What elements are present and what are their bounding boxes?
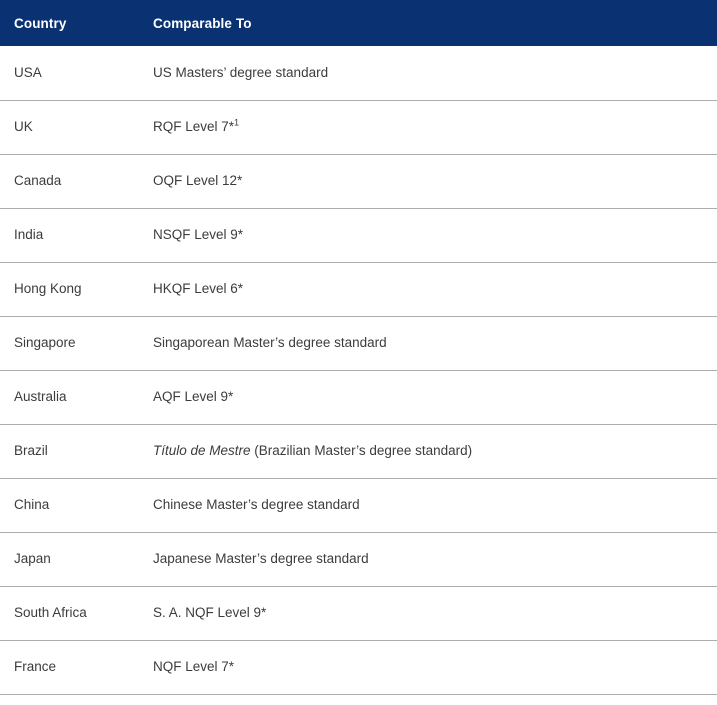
comparable-to-value: S. A. NQF Level 9*	[153, 604, 717, 622]
table-row: India NSQF Level 9*	[0, 208, 717, 262]
column-header-country: Country	[14, 15, 67, 31]
cell-country: Singapore	[0, 316, 153, 370]
cell-country: UK	[0, 100, 153, 154]
column-header-comparable-to: Comparable To	[153, 15, 252, 31]
country-label: UK	[14, 118, 33, 134]
cell-comparable-to: S. A. NQF Level 9*	[153, 586, 717, 640]
comparable-to-text: NSQF Level 9*	[153, 226, 244, 242]
cell-country: France	[0, 640, 153, 694]
comparable-to-text: HKQF Level 6*	[153, 280, 244, 296]
comparable-to-text: RQF Level 7*	[153, 118, 235, 134]
comparable-to-text: Japanese Master’s degree standard	[153, 550, 369, 566]
comparable-to-value: Japanese Master’s degree standard	[153, 550, 717, 568]
comparable-to-text: US Masters’ degree standard	[153, 64, 329, 80]
country-label: Singapore	[14, 334, 76, 350]
cell-country: Brazil	[0, 424, 153, 478]
comparable-to-value: Título de Mestre (Brazilian Master’s deg…	[153, 442, 717, 460]
country-label: Canada	[14, 172, 62, 188]
cell-comparable-to: AQF Level 9*	[153, 370, 717, 424]
comparable-to-value: RQF Level 7*1	[153, 118, 717, 136]
table-row: UK RQF Level 7*1	[0, 100, 717, 154]
table-row: Canada OQF Level 12*	[0, 154, 717, 208]
cell-comparable-to: Chinese Master’s degree standard	[153, 478, 717, 532]
comparable-to-value: HKQF Level 6*	[153, 280, 717, 298]
table-row: South Africa S. A. NQF Level 9*	[0, 586, 717, 640]
cell-country: Hong Kong	[0, 262, 153, 316]
comparable-to-value: US Masters’ degree standard	[153, 64, 717, 82]
country-label: China	[14, 496, 50, 512]
comparable-to-text: AQF Level 9*	[153, 388, 234, 404]
comparable-to-text: OQF Level 12*	[153, 172, 243, 188]
cell-comparable-to: Japanese Master’s degree standard	[153, 532, 717, 586]
country-label: France	[14, 658, 57, 674]
footnote-marker: 1	[234, 117, 240, 128]
comparable-to-text: Singaporean Master’s degree standard	[153, 334, 387, 350]
cell-country: Canada	[0, 154, 153, 208]
country-label: Japan	[14, 550, 51, 566]
table-header: Country Comparable To	[0, 0, 717, 46]
cell-comparable-to: RQF Level 7*1	[153, 100, 717, 154]
cell-comparable-to: NSQF Level 9*	[153, 208, 717, 262]
comparable-to-value: AQF Level 9*	[153, 388, 717, 406]
cell-country: Japan	[0, 532, 153, 586]
cell-country: China	[0, 478, 153, 532]
cell-comparable-to: OQF Level 12*	[153, 154, 717, 208]
country-label: USA	[14, 64, 42, 80]
table-header-row: Country Comparable To	[0, 0, 717, 46]
table-row: Hong Kong HKQF Level 6*	[0, 262, 717, 316]
country-label: India	[14, 226, 44, 242]
cell-country: India	[0, 208, 153, 262]
comparable-to-text: NQF Level 7*	[153, 658, 235, 674]
comparable-to-value: NQF Level 7*	[153, 658, 717, 676]
comparable-to-italic-term: Título de Mestre	[153, 442, 251, 458]
cell-comparable-to: NQF Level 7*	[153, 640, 717, 694]
cell-country: Australia	[0, 370, 153, 424]
country-label: South Africa	[14, 604, 87, 620]
comparable-to-text: S. A. NQF Level 9*	[153, 604, 267, 620]
country-label: Hong Kong	[14, 280, 82, 296]
table-row: Singapore Singaporean Master’s degree sta…	[0, 316, 717, 370]
comparable-to-value: OQF Level 12*	[153, 172, 717, 190]
table-row: Japan Japanese Master’s degree standard	[0, 532, 717, 586]
table-row: Australia AQF Level 9*	[0, 370, 717, 424]
cell-comparable-to: HKQF Level 6*	[153, 262, 717, 316]
cell-comparable-to: US Masters’ degree standard	[153, 46, 717, 100]
country-label: Australia	[14, 388, 67, 404]
table-row: USA US Masters’ degree standard	[0, 46, 717, 100]
cell-comparable-to: Singaporean Master’s degree standard	[153, 316, 717, 370]
comparable-to-value: Chinese Master’s degree standard	[153, 496, 717, 514]
cell-country: South Africa	[0, 586, 153, 640]
comparable-to-value: Singaporean Master’s degree standard	[153, 334, 717, 352]
country-label: Brazil	[14, 442, 48, 458]
qualification-comparison-table: Country Comparable To USA US Masters’ deg…	[0, 0, 717, 695]
comparable-to-text: Chinese Master’s degree standard	[153, 496, 360, 512]
cell-country: USA	[0, 46, 153, 100]
table-row: France NQF Level 7*	[0, 640, 717, 694]
table-row: Brazil Título de Mestre (Brazilian Master…	[0, 424, 717, 478]
comparable-to-text: (Brazilian Master’s degree standard)	[250, 442, 473, 458]
cell-comparable-to: Título de Mestre (Brazilian Master’s deg…	[153, 424, 717, 478]
comparable-to-value: NSQF Level 9*	[153, 226, 717, 244]
table-row: China Chinese Master’s degree standard	[0, 478, 717, 532]
table-body: USA US Masters’ degree standard UK RQF Leve…	[0, 46, 717, 694]
